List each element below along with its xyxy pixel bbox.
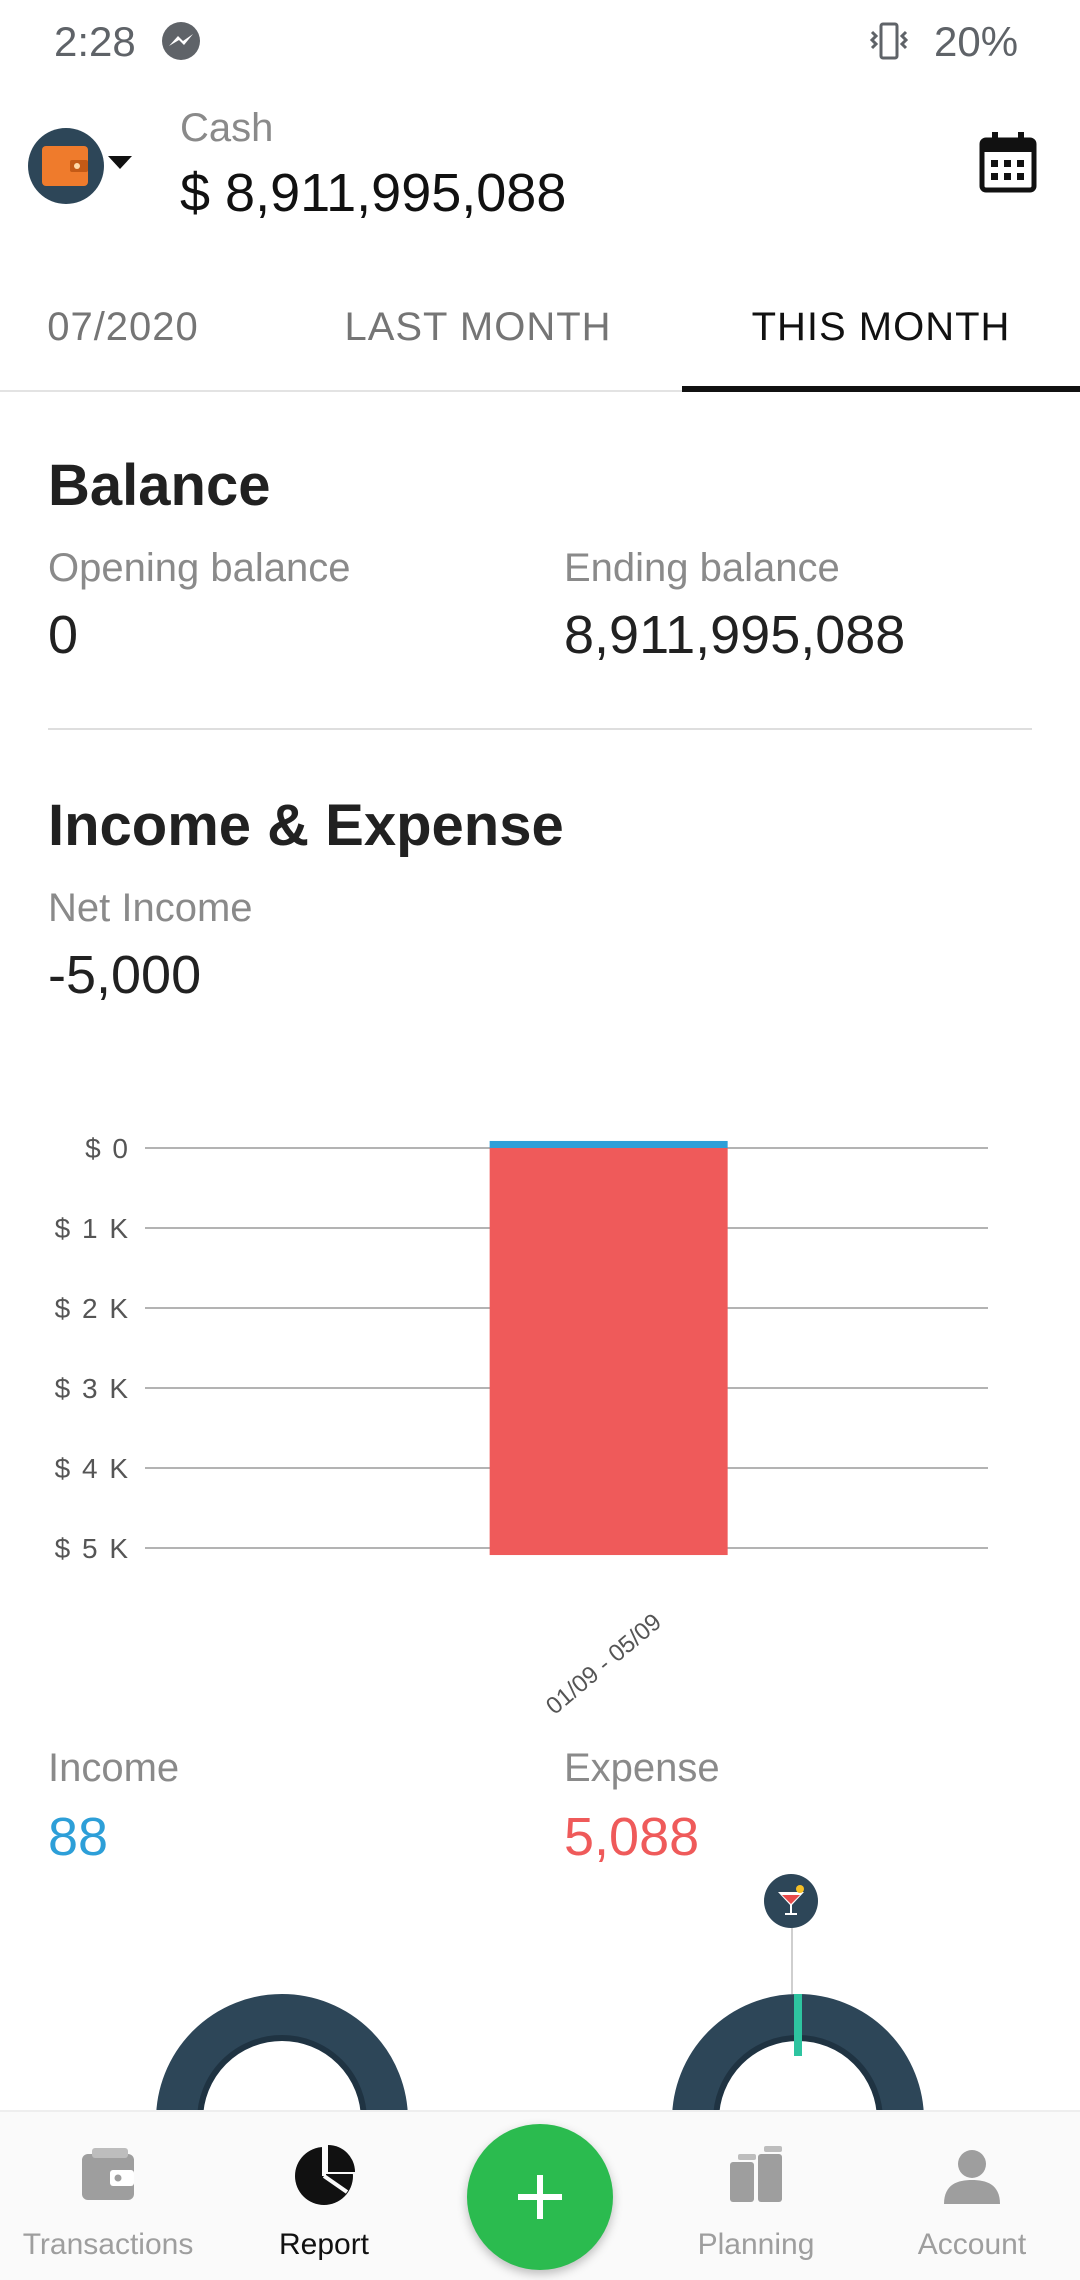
income-expense-chart: $ 0 $ 1 K $ 2 K $ 3 K $ 4 K $ 5 K 01/09 - 05/0… <box>0 1090 1080 1750</box>
opening-balance-value: 0 <box>48 605 79 665</box>
messenger-icon <box>160 20 202 62</box>
nav-account-label: Account <box>917 2228 1027 2261</box>
expense-value: 5,088 <box>564 1807 700 1867</box>
add-transaction-button[interactable] <box>467 2124 613 2270</box>
y-tick-label: $ 2 K <box>55 1293 130 1324</box>
y-tick-label: $ 0 <box>85 1133 130 1164</box>
period-tabs: 07/2020 LAST MONTH THIS MONTH <box>0 262 1080 392</box>
wallet-selector[interactable] <box>28 128 104 204</box>
y-tick-label: $ 3 K <box>55 1373 130 1404</box>
status-time: 2:28 <box>54 18 136 65</box>
tab-07-2020[interactable]: 07/2020 <box>0 262 246 392</box>
net-income-label: Net Income <box>48 886 253 930</box>
ending-balance-label: Ending balance <box>564 546 840 590</box>
wallet-icon <box>82 2148 134 2200</box>
wallet-icon <box>42 146 88 186</box>
nav-report-label: Report <box>278 2228 370 2261</box>
x-tick-label: 01/09 - 05/09 <box>541 1608 667 1720</box>
income-expense-title: Income & Expense <box>48 793 564 858</box>
nav-transactions-label: Transactions <box>22 2228 194 2261</box>
wallet-name: Cash <box>180 106 274 150</box>
nav-account[interactable]: Account <box>864 2112 1080 2280</box>
nav-planning[interactable]: Planning <box>648 2112 864 2280</box>
expense-bar <box>489 1148 728 1556</box>
wallet-header: Cash $ 8,911,995,088 <box>0 82 1080 262</box>
cocktail-icon[interactable] <box>764 1874 818 1928</box>
status-bar: 2:28 20% <box>0 0 1080 82</box>
callout-line <box>791 1924 793 1994</box>
tab-last-month[interactable]: LAST MONTH <box>300 262 656 392</box>
net-income-value: -5,000 <box>48 945 202 1005</box>
planning-icon <box>730 2146 782 2202</box>
ending-balance-value: 8,911,995,088 <box>564 605 906 665</box>
pie-chart-icon <box>295 2145 355 2205</box>
income-label: Income <box>48 1746 180 1790</box>
income-value: 88 <box>48 1807 109 1867</box>
nav-report[interactable]: Report <box>216 2112 432 2280</box>
chevron-down-icon[interactable] <box>108 156 132 169</box>
vibrate-icon <box>866 18 912 64</box>
active-tab-indicator <box>682 386 1080 392</box>
y-tick-label: $ 4 K <box>55 1453 130 1484</box>
income-bar <box>489 1140 728 1148</box>
nav-transactions[interactable]: Transactions <box>0 2112 216 2280</box>
nav-planning-label: Planning <box>697 2228 815 2261</box>
plus-icon <box>518 2175 562 2219</box>
person-icon <box>944 2150 1000 2204</box>
section-divider <box>48 728 1032 730</box>
donut-slice-drinks <box>794 1994 802 2056</box>
bar-chart: $ 0 $ 1 K $ 2 K $ 3 K $ 4 K $ 5 K 01/09 - 05/0… <box>55 1133 988 1720</box>
y-tick-label: $ 1 K <box>55 1213 130 1244</box>
calendar-icon[interactable] <box>978 130 1038 194</box>
balance-title: Balance <box>48 453 271 518</box>
opening-balance-label: Opening balance <box>48 546 351 590</box>
battery-level: 20% <box>934 18 1019 65</box>
expense-label: Expense <box>564 1746 720 1790</box>
wallet-balance: $ 8,911,995,088 <box>180 163 567 223</box>
tab-this-month[interactable]: THIS MONTH <box>682 262 1080 392</box>
y-tick-label: $ 5 K <box>55 1533 130 1564</box>
